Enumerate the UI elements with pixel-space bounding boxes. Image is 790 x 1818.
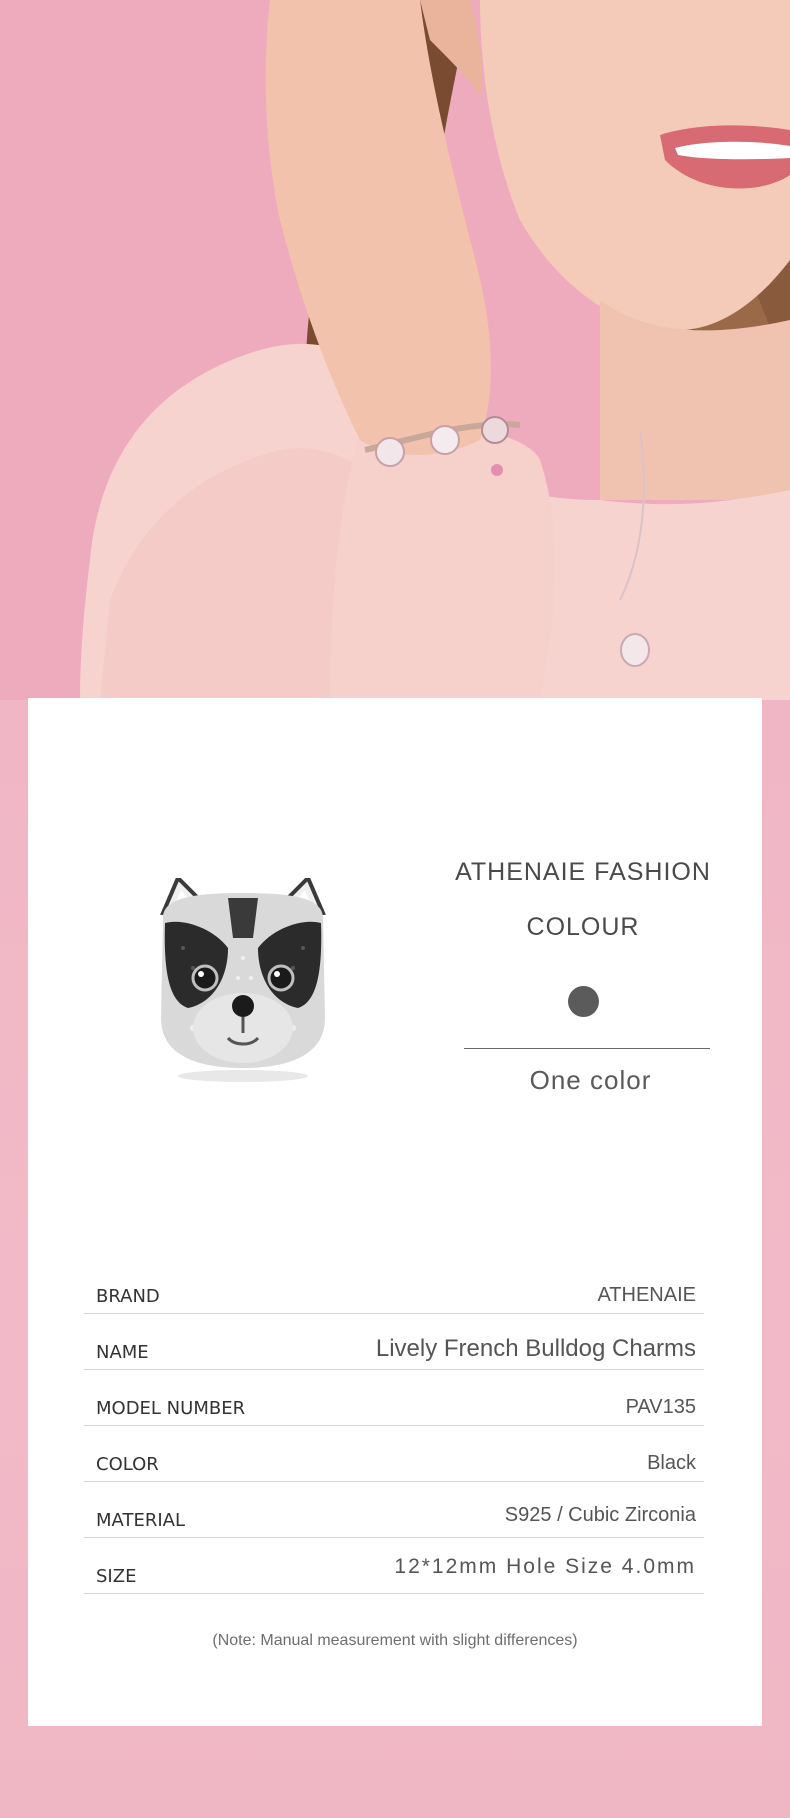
colour-heading: COLOUR <box>526 913 640 941</box>
spec-label: MODEL NUMBER <box>96 1398 246 1419</box>
product-info-card: ATHENAIE FASHION COLOUR One color BRAND … <box>28 698 762 1726</box>
spec-row-size: SIZE 12*12mm Hole Size 4.0mm <box>84 1538 704 1594</box>
colour-value: One color <box>529 1065 652 1095</box>
spec-value: 12*12mm Hole Size 4.0mm <box>394 1555 696 1578</box>
spec-label: SIZE <box>96 1566 137 1587</box>
measurement-note: (Note: Manual measurement with slight di… <box>212 1632 578 1649</box>
spec-row-brand: BRAND ATHENAIE <box>84 1258 704 1314</box>
spec-value: ATHENAIE <box>597 1284 696 1306</box>
colour-swatch[interactable] <box>568 986 599 1017</box>
spec-value: Black <box>647 1452 696 1474</box>
hero-photo <box>0 0 790 700</box>
spec-value: S925 / Cubic Zirconia <box>504 1504 696 1526</box>
spec-row-name: NAME Lively French Bulldog Charms <box>84 1314 704 1370</box>
brand-title: ATHENAIE FASHION <box>455 858 711 886</box>
spec-row-material: MATERIAL S925 / Cubic Zirconia <box>84 1482 704 1538</box>
spec-value: Lively French Bulldog Charms <box>375 1335 696 1362</box>
french-bulldog-charm-icon <box>133 874 353 1088</box>
spec-label: BRAND <box>96 1286 160 1307</box>
spec-table: BRAND ATHENAIE NAME Lively French Bulldo… <box>84 1258 704 1594</box>
spec-value: PAV135 <box>625 1396 696 1418</box>
spec-label: MATERIAL <box>96 1510 185 1531</box>
spec-row-color: COLOR Black <box>84 1426 704 1482</box>
spec-row-model-number: MODEL NUMBER PAV135 <box>84 1370 704 1426</box>
divider <box>464 1048 710 1049</box>
spec-label: NAME <box>96 1342 149 1363</box>
spec-label: COLOR <box>96 1454 159 1475</box>
